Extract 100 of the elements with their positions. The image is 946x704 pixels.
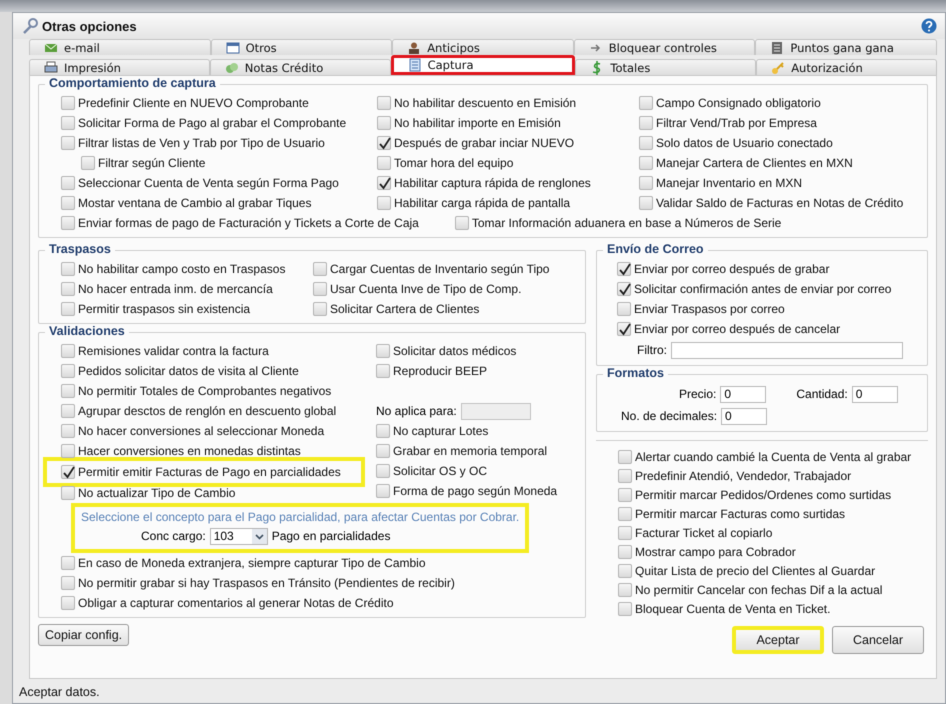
checkbox[interactable]: [61, 576, 75, 590]
input-field[interactable]: 0: [720, 386, 766, 402]
help-icon[interactable]: [921, 18, 937, 34]
status-text: Aceptar datos.: [18, 684, 101, 701]
group-title: Comportamiento de captura: [45, 76, 220, 90]
checkbox-label: No habilitar descuento en Emisión: [394, 96, 576, 110]
checkbox-label: Predefinir Cliente en NUEVO Comprobante: [78, 96, 309, 110]
checkbox[interactable]: [618, 450, 632, 464]
checkbox[interactable]: [61, 302, 75, 316]
checkbox-label: Solicitar OS y OC: [393, 464, 488, 478]
dialog-button[interactable]: Cancelar: [832, 626, 924, 654]
checkbox[interactable]: [617, 262, 631, 276]
checkbox[interactable]: [313, 302, 327, 316]
checkbox-label: Habilitar carga rápida de pantalla: [394, 196, 570, 210]
checkbox-label: No capturar Lotes: [393, 424, 488, 438]
tab[interactable]: Puntos gana gana: [755, 39, 937, 55]
checkbox[interactable]: [617, 322, 631, 336]
checkbox[interactable]: [61, 116, 75, 130]
checkbox[interactable]: [81, 156, 95, 170]
checkbox[interactable]: [617, 302, 631, 316]
checkbox-label: Remisiones validar contra la factura: [78, 344, 269, 358]
checkbox[interactable]: [618, 468, 632, 482]
checkbox[interactable]: [61, 384, 75, 398]
checkbox[interactable]: [376, 464, 390, 478]
input-field[interactable]: [671, 342, 903, 358]
checkbox[interactable]: [61, 465, 75, 479]
checkbox[interactable]: [61, 364, 75, 378]
concept-description: Pago en parcialidades: [272, 529, 390, 543]
input-field[interactable]: 0: [721, 408, 768, 424]
checkbox[interactable]: [377, 96, 391, 110]
checkbox[interactable]: [377, 136, 391, 150]
checkbox[interactable]: [376, 364, 390, 378]
checkbox[interactable]: [61, 282, 75, 296]
checkbox-label: No permitir grabar si hay Traspasos en Tránsito (Pendientes de recibir): [78, 576, 455, 590]
tab[interactable]: Anticipos: [392, 39, 574, 55]
checkbox[interactable]: [61, 556, 75, 570]
input-field[interactable]: [460, 402, 531, 420]
checkbox-label: No permitir Totales de Comprobantes negativos: [78, 384, 332, 398]
checkbox[interactable]: [61, 444, 75, 458]
checkbox[interactable]: [61, 262, 75, 276]
tab[interactable]: Bloquear controles: [574, 39, 756, 55]
checkbox[interactable]: [618, 506, 632, 520]
checkbox[interactable]: [377, 156, 391, 170]
checkbox-label: Después de grabar inciar NUEVO: [394, 136, 574, 150]
checkbox[interactable]: [377, 176, 391, 190]
checkbox[interactable]: [61, 176, 75, 190]
checkbox[interactable]: [639, 136, 653, 150]
checkbox[interactable]: [377, 196, 391, 210]
checkbox[interactable]: [639, 176, 653, 190]
checkbox[interactable]: [61, 486, 75, 500]
checkbox-label: Enviar por correo después de grabar: [634, 262, 830, 276]
checkbox-label: Solicitar confirmación antes de enviar por correo: [634, 282, 892, 296]
checkbox[interactable]: [61, 136, 75, 150]
checkbox-label: Grabar en memoria temporal: [393, 444, 548, 458]
checkbox[interactable]: [618, 526, 632, 540]
checkbox[interactable]: [61, 96, 75, 110]
checkbox[interactable]: [376, 444, 390, 458]
dialog-button[interactable]: Aceptar: [732, 626, 824, 654]
checkbox[interactable]: [61, 216, 75, 230]
checkbox[interactable]: [313, 282, 327, 296]
checkbox[interactable]: [639, 116, 653, 130]
checkbox[interactable]: [639, 196, 653, 210]
checkbox[interactable]: [617, 282, 631, 296]
tab[interactable]: Totales: [575, 59, 756, 75]
checkbox[interactable]: [618, 488, 632, 502]
checkbox-label: Seleccionar Cuenta de Venta según Forma Pago: [78, 176, 339, 190]
checkbox[interactable]: [61, 424, 75, 438]
checkbox[interactable]: [618, 544, 632, 558]
checkbox[interactable]: [313, 262, 327, 276]
checkbox[interactable]: [61, 344, 75, 358]
tab[interactable]: Notas Crédito: [210, 59, 391, 75]
checkbox[interactable]: [376, 484, 390, 498]
tab[interactable]: e-mail: [29, 39, 211, 55]
checkbox[interactable]: [376, 344, 390, 358]
checkbox[interactable]: [639, 156, 653, 170]
checkbox[interactable]: [618, 602, 632, 616]
tab[interactable]: Otros: [210, 39, 392, 55]
input-field[interactable]: 0: [852, 386, 898, 402]
checkbox[interactable]: [61, 596, 75, 610]
checkbox[interactable]: [454, 216, 469, 230]
group-title: Traspasos: [45, 242, 115, 256]
tab[interactable]: Captura: [390, 55, 576, 75]
checkbox-label: Hacer conversiones en monedas distintas: [78, 444, 301, 458]
checkbox-label: No permitir Cancelar con fechas Dif a la actual: [635, 582, 882, 596]
dropdown[interactable]: 103: [210, 528, 268, 544]
tab[interactable]: Autorización: [756, 59, 937, 75]
checkbox[interactable]: [377, 116, 391, 130]
checkbox[interactable]: [61, 196, 75, 210]
checkbox[interactable]: [618, 582, 632, 596]
checkbox-label: No habilitar importe en Emisión: [394, 116, 561, 130]
copy-config-button[interactable]: Copiar config.: [38, 624, 130, 646]
checkbox[interactable]: [639, 96, 653, 110]
hint-text: Seleccione el concepto para el Pago parcialidad, para afectar Cuentas por Cobrar.: [81, 510, 520, 524]
tab[interactable]: Impresión: [29, 59, 210, 75]
checkbox-label: Usar Cuenta Inve de Tipo de Comp.: [330, 282, 522, 296]
checkbox-label: Reproducir BEEP: [393, 364, 488, 378]
checkbox[interactable]: [618, 564, 632, 578]
checkbox[interactable]: [61, 404, 75, 418]
checkbox[interactable]: [376, 424, 390, 438]
checkbox-label: Mostar ventana de Cambio al grabar Tiques: [78, 196, 312, 210]
